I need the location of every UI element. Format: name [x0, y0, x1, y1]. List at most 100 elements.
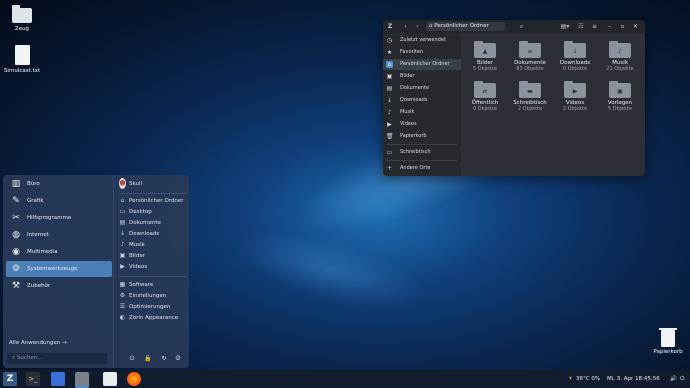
folder-item-downloads[interactable]: ↓ Downloads 0 Objekte — [555, 41, 595, 72]
sidebar-item-label: Musik — [400, 109, 415, 115]
graphics-icon: ✎ — [12, 196, 20, 206]
category-graphics[interactable]: ✎ Grafik — [6, 193, 112, 209]
folder-count: 83 Objekte — [516, 66, 544, 72]
search-icon[interactable]: ⌕ — [517, 22, 526, 31]
desktop-icon-simulcast[interactable]: Simulcast.txt — [0, 45, 44, 74]
sidebar-divider — [387, 144, 457, 145]
power-icon[interactable]: ⏻ — [680, 370, 684, 388]
search-input[interactable]: ⌕ Suchen... — [7, 353, 107, 364]
system-settings[interactable]: ⚙ Einstellungen — [119, 290, 189, 301]
sidebar-item-home[interactable]: ⌂ Persönlicher Ordner — [383, 59, 461, 70]
category-accessories[interactable]: ⚒ Zubehör — [6, 278, 112, 294]
system-label: Optimierungen — [129, 304, 171, 310]
terminal-icon[interactable]: >_ — [26, 372, 40, 386]
music-icon: ♪ — [387, 109, 392, 116]
folder-glyph: ▣ — [617, 88, 623, 95]
firefox-icon[interactable] — [127, 372, 141, 386]
sidebar-item-documents[interactable]: ▤ Dokumente — [383, 83, 461, 94]
clock[interactable]: Mi, 3. Apr 18:45:56 — [607, 370, 660, 388]
place-pictures[interactable]: ▣ Bilder — [119, 250, 189, 261]
sidebar-item-favorites[interactable]: ★ Favoriten — [383, 47, 461, 58]
folder-glyph: ♪ — [618, 48, 622, 55]
system-label: Zorin Appearance — [129, 315, 179, 321]
sidebar-item-music[interactable]: ♪ Musik — [383, 107, 461, 118]
place-documents[interactable]: ▤ Dokumente — [119, 217, 189, 228]
folder-item-bilder[interactable]: ▲ Bilder 5 Objekte — [465, 41, 505, 72]
menu-button[interactable]: ≡ — [590, 22, 599, 31]
pictures-folder-icon: ▲ — [474, 41, 496, 58]
settings-icon: ⚙ — [119, 292, 126, 299]
minimize-button[interactable]: – — [605, 22, 614, 31]
tweaks-icon: ☰ — [119, 303, 126, 310]
place-music[interactable]: ♪ Musik — [119, 239, 189, 250]
volume-icon[interactable]: 🔊 — [670, 370, 677, 388]
home-icon: ⌂ — [120, 197, 125, 204]
maximize-button[interactable]: ▫ — [618, 22, 627, 31]
start-menu-places: ☻ Skull ⌂ Persönlicher Ordner ▭ Desktop ▤ Do… — [113, 175, 189, 368]
forward-button[interactable]: › — [413, 22, 422, 31]
sidebar-item-recent[interactable]: ◷ Zuletzt verwendet — [383, 35, 461, 46]
sidebar-item-downloads[interactable]: ↓ Downloads — [383, 95, 461, 106]
music-icon: ♪ — [120, 241, 125, 248]
place-desktop[interactable]: ▭ Desktop — [119, 206, 189, 217]
download-icon: ↓ — [386, 97, 393, 104]
sidebar-item-trash[interactable]: 🗑 Papierkorb — [383, 131, 461, 142]
category-utilities[interactable]: ✂ Hilfsprogramme — [6, 210, 112, 226]
sidebar-item-videos[interactable]: ▶ Videos — [383, 119, 461, 130]
app-menu-icon[interactable]: Z — [385, 22, 395, 31]
folder-item-vorlagen[interactable]: ▣ Vorlagen 5 Objekte — [600, 81, 640, 112]
path-bar[interactable]: ⌂ Persönlicher Ordner — [426, 22, 505, 31]
place-label: Videos — [129, 264, 148, 270]
category-label: Büro — [27, 181, 40, 187]
folder-glyph: ≡ — [527, 48, 533, 55]
files-icon[interactable] — [75, 372, 89, 388]
all-applications-label: Alle Anwendungen — [9, 340, 61, 346]
system-tweaks[interactable]: ☰ Optimierungen — [119, 301, 189, 312]
back-button[interactable]: ‹ — [401, 22, 410, 31]
video-icon: ▶ — [120, 263, 125, 270]
category-internet[interactable]: ◍ Internet — [6, 227, 112, 243]
category-label: Grafik — [27, 198, 44, 204]
power-icon[interactable]: ⏻ — [128, 355, 136, 363]
view-options-button[interactable]: ▤▾ — [559, 22, 571, 31]
weather-status[interactable]: 36°C 0% — [576, 370, 600, 388]
place-videos[interactable]: ▶ Videos — [119, 261, 189, 272]
folder-item-schreibtisch[interactable]: ▬ Schreibtisch 2 Objekte — [510, 81, 550, 112]
desktop-icon-zeug[interactable]: Zeug — [0, 5, 44, 32]
folder-item-oeffentlich[interactable]: ⇄ Öffentlich 0 Objekte — [465, 81, 505, 112]
folder-item-musik[interactable]: ♪ Musik 21 Objekte — [600, 41, 640, 72]
view-toggle-button[interactable]: ☷ — [575, 22, 587, 31]
sidebar-item-other-places[interactable]: + Andere Orte — [383, 163, 461, 174]
sidebar-item-pictures[interactable]: ▣ Bilder — [383, 71, 461, 82]
office-icon: ▥ — [11, 179, 21, 189]
close-button[interactable]: ✕ — [631, 22, 640, 31]
category-system-tools[interactable]: ⚙ Systemwerkzeuge — [6, 261, 112, 277]
system-software[interactable]: ▦ Software — [119, 279, 189, 290]
place-label: Musik — [129, 242, 145, 248]
logout-icon[interactable]: ⏼ — [174, 355, 182, 363]
place-downloads[interactable]: ↓ Downloads — [119, 228, 189, 239]
place-label: Downloads — [129, 231, 160, 237]
office-document-icon[interactable] — [103, 372, 117, 386]
sidebar-item-desktop[interactable]: ▭ Schreibtisch — [383, 147, 461, 158]
folder-item-videos[interactable]: ▶ Videos 2 Objekte — [555, 81, 595, 112]
zorin-menu-button[interactable]: Z — [3, 372, 17, 386]
category-office[interactable]: ▥ Büro — [6, 176, 112, 192]
folder-item-dokumente[interactable]: ≡ Dokumente 83 Objekte — [510, 41, 550, 72]
documents-folder-icon: ≡ — [519, 41, 541, 58]
email-icon[interactable] — [51, 372, 65, 386]
sidebar-item-label: Downloads — [400, 97, 428, 103]
user-account[interactable]: ☻ Skull — [119, 178, 189, 189]
restart-icon[interactable]: ↻ — [160, 355, 168, 363]
documents-icon: ▤ — [119, 219, 126, 226]
downloads-folder-icon: ↓ — [564, 41, 586, 58]
category-multimedia[interactable]: ◉ Multimedia — [6, 244, 112, 260]
system-appearance[interactable]: ◐ Zorin Appearance — [119, 312, 189, 323]
desktop-trash[interactable]: Papierkorb — [652, 328, 684, 355]
search-placeholder: Suchen... — [16, 355, 43, 361]
folder-count: 0 Objekte — [562, 66, 588, 72]
arrow-right-icon: → — [62, 340, 67, 346]
place-home[interactable]: ⌂ Persönlicher Ordner — [119, 195, 189, 206]
all-applications-button[interactable]: Alle Anwendungen → — [9, 340, 67, 346]
lock-icon[interactable]: 🔒 — [144, 355, 152, 363]
